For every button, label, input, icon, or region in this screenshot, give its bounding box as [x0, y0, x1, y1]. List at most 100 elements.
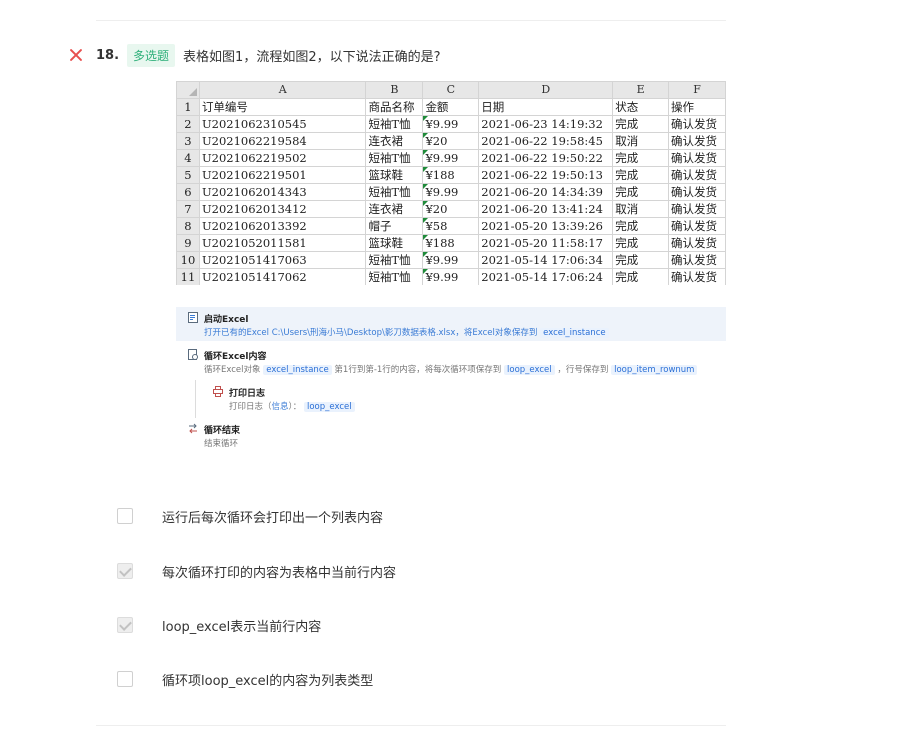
column-header: B [365, 81, 424, 99]
table-cell: 连衣裙 [365, 132, 424, 150]
table-cell: 短袖T恤 [365, 183, 424, 201]
table-cell: 操作 [668, 98, 726, 116]
sheet-corner [176, 81, 200, 99]
table-cell: 2021-06-20 13:41:24 [478, 200, 614, 218]
printer-icon [213, 386, 223, 397]
table-cell: ¥188 [422, 166, 480, 184]
table-row: 1 订单编号 商品名称 金额 日期 状态 操作 [176, 98, 726, 116]
table-row: 3 U2021062219584 连衣裙 ¥20 2021-06-22 19:58:45… [176, 132, 726, 150]
flow-step-desc: 打开已有的Excel C:\Users\刑海小马\Desktop\影刀数据表格.… [204, 326, 609, 338]
table-row: 9 U2021052011581 篮球鞋 ¥188 2021-05-20 11:58:1… [176, 234, 726, 252]
table-cell: U2021062219584 [198, 132, 367, 150]
table-row: 8 U2021062013392 帽子 ¥58 2021-05-20 13:39:26 完… [176, 217, 726, 235]
table-cell: 篮球鞋 [365, 166, 424, 184]
row-number: 7 [176, 200, 200, 218]
row-number: 1 [176, 98, 200, 116]
row-number: 4 [176, 149, 200, 167]
option-4[interactable]: 循环项loop_excel的内容为列表类型 [117, 670, 374, 689]
option-2[interactable]: 每次循环打印的内容为表格中当前行内容 [117, 562, 396, 581]
table-cell: 状态 [612, 98, 670, 116]
column-header: D [478, 81, 614, 99]
table-cell: 订单编号 [198, 98, 367, 116]
flow-step-title: 循环结束 [204, 426, 241, 436]
column-header-row: A B C D E F [176, 81, 726, 99]
table-cell: 完成 [612, 268, 670, 285]
table-cell: 完成 [612, 115, 670, 133]
option-3[interactable]: loop_excel表示当前行内容 [117, 616, 321, 635]
table-cell: U2021052011581 [198, 234, 367, 252]
spreadsheet-image: A B C D E F 1 订单编号 商品名称 金额 日期 状态 操作 2 U202106231… [176, 81, 726, 285]
table-cell: ¥20 [422, 132, 480, 150]
table-cell: 确认发货 [668, 166, 726, 184]
table-cell: 完成 [612, 251, 670, 269]
question-header: 18. 多选题 表格如图1，流程如图2，以下说法正确的是? [68, 43, 441, 67]
table-row: 7 U2021062013412 连衣裙 ¥20 2021-06-20 13:41:24… [176, 200, 726, 218]
table-cell: 短袖T恤 [365, 268, 424, 285]
table-cell: U2021062219502 [198, 149, 367, 167]
flow-step-title: 启动Excel [204, 315, 249, 325]
column-header: E [612, 81, 670, 99]
bottom-divider [96, 725, 726, 726]
flow-desc-text: ）： [288, 402, 302, 412]
flow-step-loop-end: 循环结束 结束循环 [176, 418, 726, 452]
loop-end-icon [189, 423, 197, 434]
option-label: 运行后每次循环会打印出一个列表内容 [162, 510, 384, 526]
table-cell: 2021-06-23 14:19:32 [478, 115, 614, 133]
variable-chip: excel_instance [263, 365, 332, 375]
flow-desc-text: 循环Excel对象 [204, 365, 261, 375]
flow-step-desc: 循环Excel对象 excel_instance 第1行到第-1行的内容，将每次… [204, 363, 698, 375]
row-number: 10 [176, 251, 200, 269]
table-cell: 确认发货 [668, 183, 726, 201]
option-checkbox[interactable] [117, 617, 133, 633]
table-cell: U2021062013412 [198, 200, 367, 218]
variable-chip: excel_instance [540, 328, 609, 338]
question-number: 18. [96, 47, 120, 63]
table-row: 5 U2021062219501 篮球鞋 ¥188 2021-06-22 19:50:1… [176, 166, 726, 184]
column-header: F [668, 81, 726, 99]
table-cell: ¥9.99 [422, 183, 480, 201]
table-cell: U2021051417062 [198, 268, 367, 285]
table-cell: 取消 [612, 200, 670, 218]
table-cell: 2021-06-22 19:58:45 [478, 132, 614, 150]
table-cell: 确认发货 [668, 234, 726, 252]
table-cell: 2021-06-22 19:50:13 [478, 166, 614, 184]
option-checkbox[interactable] [117, 563, 133, 579]
excel-file-icon [188, 312, 198, 323]
flow-desc-text: 打印日志（ [229, 402, 272, 412]
flow-diagram: 启动Excel 打开已有的Excel C:\Users\刑海小马\Desktop… [176, 307, 726, 452]
option-label: 循环项loop_excel的内容为列表类型 [162, 673, 374, 689]
flow-step-desc: 打印日志（信息）： loop_excel [229, 400, 355, 412]
flow-step-print-log: 打印日志 打印日志（信息）： loop_excel [176, 381, 726, 415]
table-cell: 完成 [612, 183, 670, 201]
table-cell: 确认发货 [668, 217, 726, 235]
flow-step-title: 循环Excel内容 [204, 352, 267, 362]
table-row: 10 U2021051417063 短袖T恤 ¥9.99 2021-05-14 17:0… [176, 251, 726, 269]
table-cell: 确认发货 [668, 268, 726, 285]
table-cell: 日期 [478, 98, 614, 116]
column-header: A [198, 81, 367, 99]
option-checkbox[interactable] [117, 671, 133, 687]
table-row: 11 U2021051417062 短袖T恤 ¥9.99 2021-05-14 17:0… [176, 268, 726, 285]
table-cell: 2021-06-22 19:50:22 [478, 149, 614, 167]
table-cell: 确认发货 [668, 149, 726, 167]
table-cell: ¥9.99 [422, 268, 480, 285]
question-text: 表格如图1，流程如图2，以下说法正确的是? [183, 49, 441, 65]
option-checkbox[interactable] [117, 508, 133, 524]
table-cell: U2021062013392 [198, 217, 367, 235]
table-cell: 确认发货 [668, 251, 726, 269]
row-number: 3 [176, 132, 200, 150]
row-number: 6 [176, 183, 200, 201]
table-cell: 短袖T恤 [365, 115, 424, 133]
table-cell: 完成 [612, 234, 670, 252]
option-1[interactable]: 运行后每次循环会打印出一个列表内容 [117, 507, 384, 526]
table-cell: ¥58 [422, 217, 480, 235]
table-cell: 帽子 [365, 217, 424, 235]
flow-step-title: 打印日志 [229, 389, 266, 399]
table-cell: U2021062014343 [198, 183, 367, 201]
table-cell: ¥9.99 [422, 149, 480, 167]
table-cell: U2021062219501 [198, 166, 367, 184]
column-header: C [422, 81, 480, 99]
table-cell: 完成 [612, 149, 670, 167]
loop-excel-icon [188, 349, 198, 360]
table-cell: 短袖T恤 [365, 251, 424, 269]
